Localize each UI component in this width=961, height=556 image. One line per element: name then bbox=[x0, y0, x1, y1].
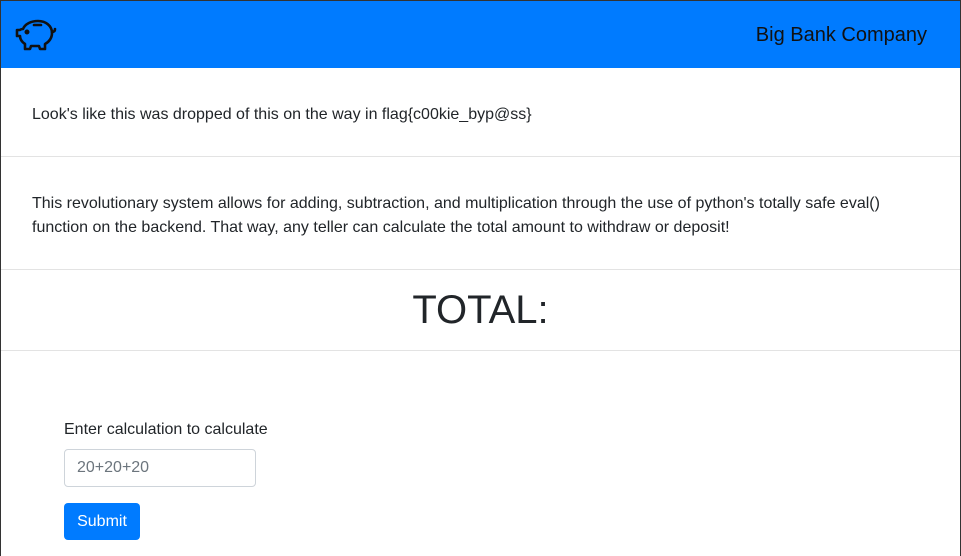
brand-name[interactable]: Big Bank Company bbox=[756, 25, 927, 45]
piggy-bank-icon[interactable] bbox=[15, 17, 57, 53]
calculation-label: Enter calculation to calculate bbox=[64, 421, 268, 438]
calculation-form: Enter calculation to calculate Submit bbox=[1, 351, 960, 540]
navbar: Big Bank Company bbox=[1, 0, 960, 68]
flag-section: Look's like this was dropped of this on … bbox=[1, 68, 960, 157]
submit-button[interactable]: Submit bbox=[64, 503, 140, 540]
total-section: TOTAL: bbox=[1, 270, 960, 351]
info-section: This revolutionary system allows for add… bbox=[1, 157, 960, 270]
total-title: TOTAL: bbox=[412, 288, 549, 332]
flag-message: Look's like this was dropped of this on … bbox=[32, 106, 532, 123]
calculation-input[interactable] bbox=[64, 449, 256, 487]
info-message: This revolutionary system allows for add… bbox=[32, 195, 880, 236]
